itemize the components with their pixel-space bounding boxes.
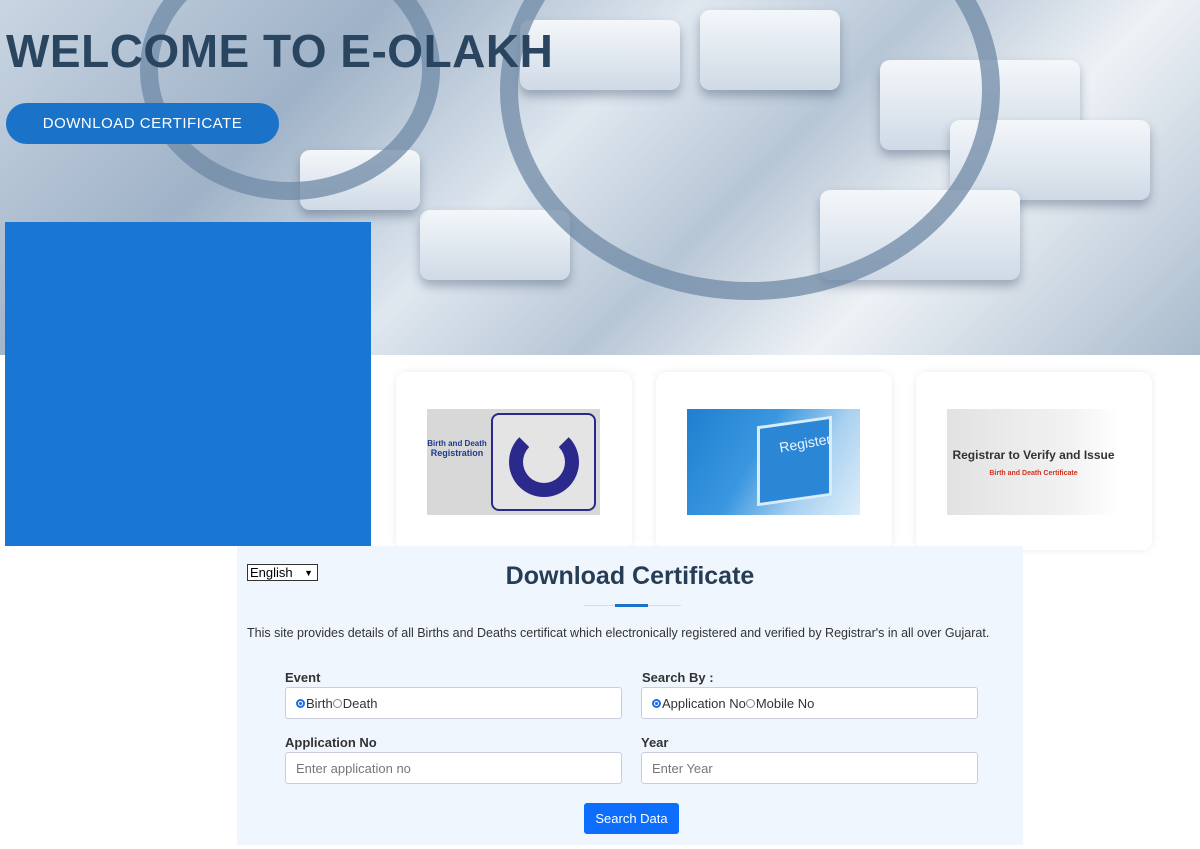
radio-label: Application No xyxy=(662,695,746,711)
search-by-label: Search By : xyxy=(642,670,714,685)
event-radio-group: Birth Death xyxy=(285,687,622,719)
search-by-radio-group: Application No Mobile No xyxy=(641,687,978,719)
event-label: Event xyxy=(285,670,321,685)
birth-death-registration-logo: Birth and Death Registration xyxy=(427,409,600,515)
year-input[interactable] xyxy=(652,760,977,776)
registrar-title: Registrar to Verify and Issue xyxy=(952,447,1115,462)
title-divider xyxy=(584,604,681,607)
blue-panel xyxy=(5,222,371,546)
year-field xyxy=(641,752,978,784)
radio-death[interactable] xyxy=(332,698,342,708)
radio-label: Death xyxy=(342,695,378,711)
download-certificate-button[interactable]: DOWNLOAD CERTIFICATE xyxy=(6,103,279,144)
card-registrar: Registrar to Verify and Issue Birth and … xyxy=(916,372,1152,550)
search-data-button[interactable]: Search Data xyxy=(584,803,679,834)
radio-mobile-no[interactable] xyxy=(745,698,755,708)
application-no-label: Application No xyxy=(285,735,377,750)
page-title: WELCOME TO E-OLAKH xyxy=(6,25,554,77)
registrar-image: Registrar to Verify and Issue Birth and … xyxy=(947,409,1120,515)
card-register: Register xyxy=(656,372,892,550)
keyboard-key xyxy=(420,210,570,280)
description: This site provides details of all Births… xyxy=(247,626,990,640)
radio-birth[interactable] xyxy=(296,698,305,708)
download-certificate-panel: English ▼ Download Certificate This site … xyxy=(237,546,1023,845)
year-label: Year xyxy=(641,735,669,750)
logo-text: Registration xyxy=(430,448,484,458)
radio-label: Mobile No xyxy=(755,695,815,711)
application-no-input[interactable] xyxy=(296,760,621,776)
panel-title: Download Certificate xyxy=(505,562,755,590)
logo-ring-icon xyxy=(508,427,579,497)
logo-text: Birth and Death xyxy=(427,439,487,448)
radio-label: Birth xyxy=(306,695,333,711)
registrar-subtitle: Birth and Death Certificate xyxy=(989,469,1078,477)
application-no-field xyxy=(285,752,622,784)
register-image: Register xyxy=(687,409,860,515)
card-birth-death-registration: Birth and Death Registration xyxy=(396,372,632,550)
radio-application-no[interactable] xyxy=(652,698,661,708)
